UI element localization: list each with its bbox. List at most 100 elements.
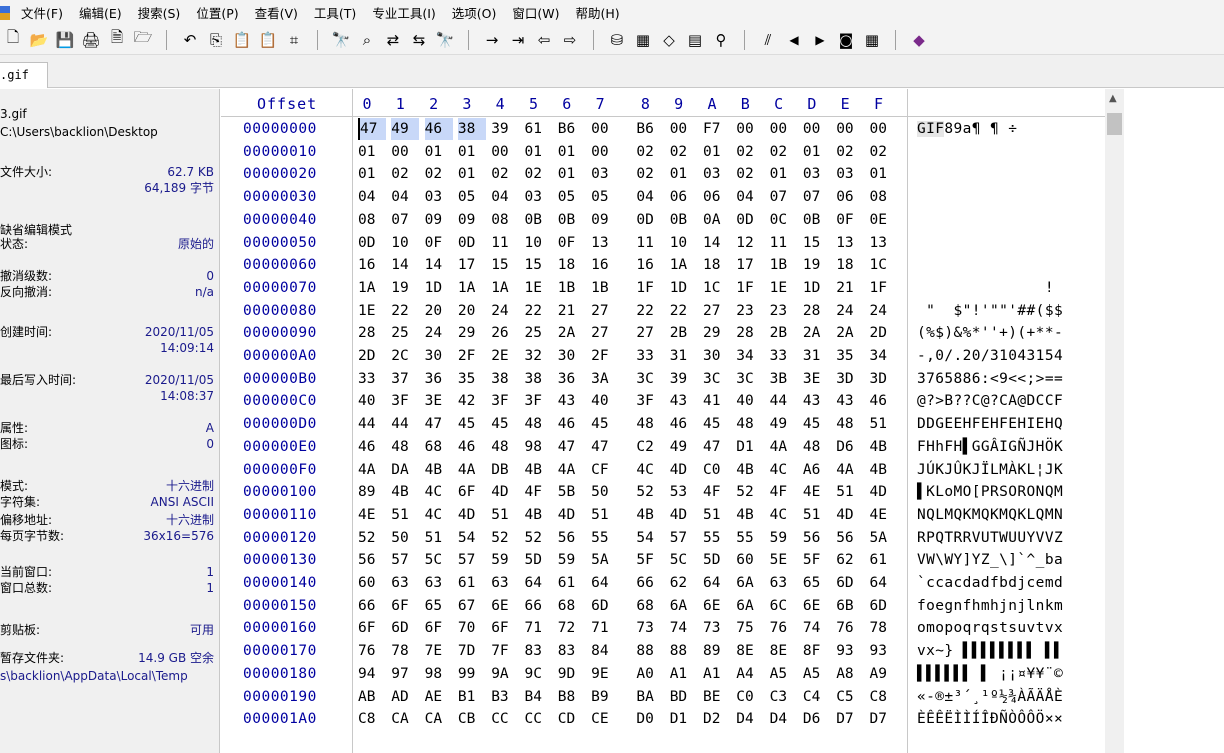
row-offset[interactable]: 00000000 bbox=[243, 118, 317, 140]
paste-special-icon[interactable]: 📋 bbox=[257, 29, 279, 51]
hex-byte[interactable]: 4D bbox=[836, 504, 864, 526]
hex-byte[interactable]: 6D bbox=[391, 617, 419, 639]
hex-byte[interactable]: 5C bbox=[425, 549, 453, 571]
hex-byte[interactable]: DB bbox=[491, 459, 519, 481]
row-offset[interactable]: 00000070 bbox=[243, 277, 317, 299]
hex-byte[interactable]: 76 bbox=[836, 617, 864, 639]
hex-byte[interactable]: 26 bbox=[491, 322, 519, 344]
ascii-text[interactable]: «-®±³´¸¹º½¾ÀÃÄÅÈ bbox=[917, 686, 1063, 708]
hex-byte[interactable]: 7F bbox=[491, 640, 519, 662]
hex-byte[interactable]: 01 bbox=[458, 141, 486, 163]
hex-byte[interactable]: D4 bbox=[736, 708, 764, 730]
hex-byte[interactable]: 78 bbox=[391, 640, 419, 662]
hex-byte[interactable]: CE bbox=[591, 708, 619, 730]
hex-byte[interactable]: 49 bbox=[391, 118, 420, 140]
hex-byte[interactable]: 78 bbox=[870, 617, 898, 639]
copy-icon[interactable]: ⎘ bbox=[205, 29, 227, 51]
hex-byte[interactable]: 2B bbox=[670, 322, 698, 344]
hex-byte[interactable]: 0F bbox=[836, 209, 864, 231]
menu-item-6[interactable]: 专业工具(I) bbox=[365, 3, 444, 22]
hex-byte[interactable]: 5C bbox=[670, 549, 698, 571]
hex-byte[interactable]: 56 bbox=[803, 527, 831, 549]
hex-byte[interactable]: 04 bbox=[736, 186, 764, 208]
hex-byte[interactable]: 22 bbox=[636, 300, 664, 322]
new-file-icon[interactable]: 🗋 bbox=[2, 28, 24, 51]
hex-byte[interactable]: 52 bbox=[525, 527, 553, 549]
hex-byte[interactable]: 31 bbox=[803, 345, 831, 367]
ascii-text[interactable]: GIF89a¶ ¶ ÷ bbox=[917, 118, 1017, 140]
hex-byte[interactable]: 19 bbox=[803, 254, 831, 276]
hex-byte[interactable]: 00 bbox=[770, 118, 798, 140]
hex-byte[interactable]: 61 bbox=[870, 549, 898, 571]
hex-byte[interactable]: 4C bbox=[425, 504, 453, 526]
hex-byte[interactable]: 28 bbox=[358, 322, 386, 344]
hex-byte[interactable]: 55 bbox=[703, 527, 731, 549]
hex-byte[interactable]: 51 bbox=[870, 413, 898, 435]
hex-byte[interactable]: 34 bbox=[736, 345, 764, 367]
hex-byte[interactable]: 00 bbox=[670, 118, 698, 140]
hex-byte[interactable]: 00 bbox=[736, 118, 764, 140]
hex-byte[interactable]: 48 bbox=[491, 436, 519, 458]
print-icon[interactable]: 🖨 bbox=[80, 29, 102, 51]
hex-byte[interactable]: 94 bbox=[358, 663, 386, 685]
hex-byte[interactable]: 50 bbox=[391, 527, 419, 549]
replace-icon[interactable]: ⇄ bbox=[382, 29, 404, 51]
hex-byte[interactable]: CD bbox=[558, 708, 586, 730]
hex-byte[interactable]: C0 bbox=[736, 686, 764, 708]
hex-byte[interactable]: 51 bbox=[703, 504, 731, 526]
menu-item-0[interactable]: 文件(F) bbox=[14, 3, 72, 22]
row-offset[interactable]: 00000100 bbox=[243, 481, 317, 503]
hex-byte[interactable]: 57 bbox=[670, 527, 698, 549]
hex-byte[interactable]: 46 bbox=[670, 413, 698, 435]
goto-sector-icon[interactable]: ⇥ bbox=[507, 29, 529, 51]
hex-byte[interactable]: 04 bbox=[358, 186, 386, 208]
hex-byte[interactable]: 57 bbox=[458, 549, 486, 571]
hex-byte[interactable]: 9C bbox=[525, 663, 553, 685]
hex-byte[interactable]: 3F bbox=[491, 390, 519, 412]
hex-byte[interactable]: 21 bbox=[836, 277, 864, 299]
hex-byte[interactable]: 64 bbox=[525, 572, 553, 594]
camera-icon[interactable]: ◙ bbox=[835, 29, 857, 51]
hex-byte[interactable]: 4F bbox=[770, 481, 798, 503]
hex-byte[interactable]: 3B bbox=[770, 368, 798, 390]
ascii-text[interactable]: FHhFH▌GGÂIGÑJHÖK bbox=[917, 436, 1063, 458]
row-offset[interactable]: 000000B0 bbox=[243, 368, 317, 390]
hex-byte[interactable]: 02 bbox=[425, 163, 453, 185]
hex-byte[interactable]: 25 bbox=[525, 322, 553, 344]
hex-byte[interactable]: 13 bbox=[836, 232, 864, 254]
hex-byte[interactable]: B6 bbox=[636, 118, 664, 140]
hex-byte[interactable]: 6F bbox=[391, 595, 419, 617]
hex-byte[interactable]: 4A bbox=[836, 459, 864, 481]
table-icon[interactable]: ▦ bbox=[861, 29, 883, 51]
hex-byte[interactable]: 4E bbox=[870, 504, 898, 526]
hex-byte[interactable]: 1B bbox=[558, 277, 586, 299]
hex-byte[interactable]: 50 bbox=[591, 481, 619, 503]
hex-byte[interactable]: 03 bbox=[425, 186, 453, 208]
row-offset[interactable]: 00000160 bbox=[243, 617, 317, 639]
hex-byte[interactable]: 60 bbox=[358, 572, 386, 594]
hex-byte[interactable]: 01 bbox=[525, 141, 553, 163]
hex-byte[interactable]: 0C bbox=[770, 209, 798, 231]
open-file-icon[interactable]: 📂 bbox=[28, 29, 50, 51]
hex-byte[interactable]: 9E bbox=[591, 663, 619, 685]
hex-byte[interactable]: 3F bbox=[636, 390, 664, 412]
hex-byte[interactable]: 07 bbox=[391, 209, 419, 231]
hex-byte[interactable]: D6 bbox=[836, 436, 864, 458]
hex-byte[interactable]: 22 bbox=[525, 300, 553, 322]
row-offset[interactable]: 00000020 bbox=[243, 163, 317, 185]
hex-byte[interactable]: 66 bbox=[358, 595, 386, 617]
hex-byte[interactable]: 56 bbox=[558, 527, 586, 549]
hex-byte[interactable]: D4 bbox=[770, 708, 798, 730]
hex-byte[interactable]: 56 bbox=[836, 527, 864, 549]
hex-byte[interactable]: 18 bbox=[558, 254, 586, 276]
hex-byte[interactable]: 56 bbox=[358, 549, 386, 571]
hex-byte[interactable]: 47 bbox=[591, 436, 619, 458]
row-offset[interactable]: 000000D0 bbox=[243, 413, 317, 435]
hex-byte[interactable]: 4D bbox=[870, 481, 898, 503]
hex-byte[interactable]: 5F bbox=[636, 549, 664, 571]
row-offset[interactable]: 00000190 bbox=[243, 686, 317, 708]
hex-byte[interactable]: B1 bbox=[458, 686, 486, 708]
hex-byte[interactable]: 18 bbox=[836, 254, 864, 276]
hex-byte[interactable]: 00 bbox=[591, 141, 619, 163]
hex-byte[interactable]: 24 bbox=[836, 300, 864, 322]
